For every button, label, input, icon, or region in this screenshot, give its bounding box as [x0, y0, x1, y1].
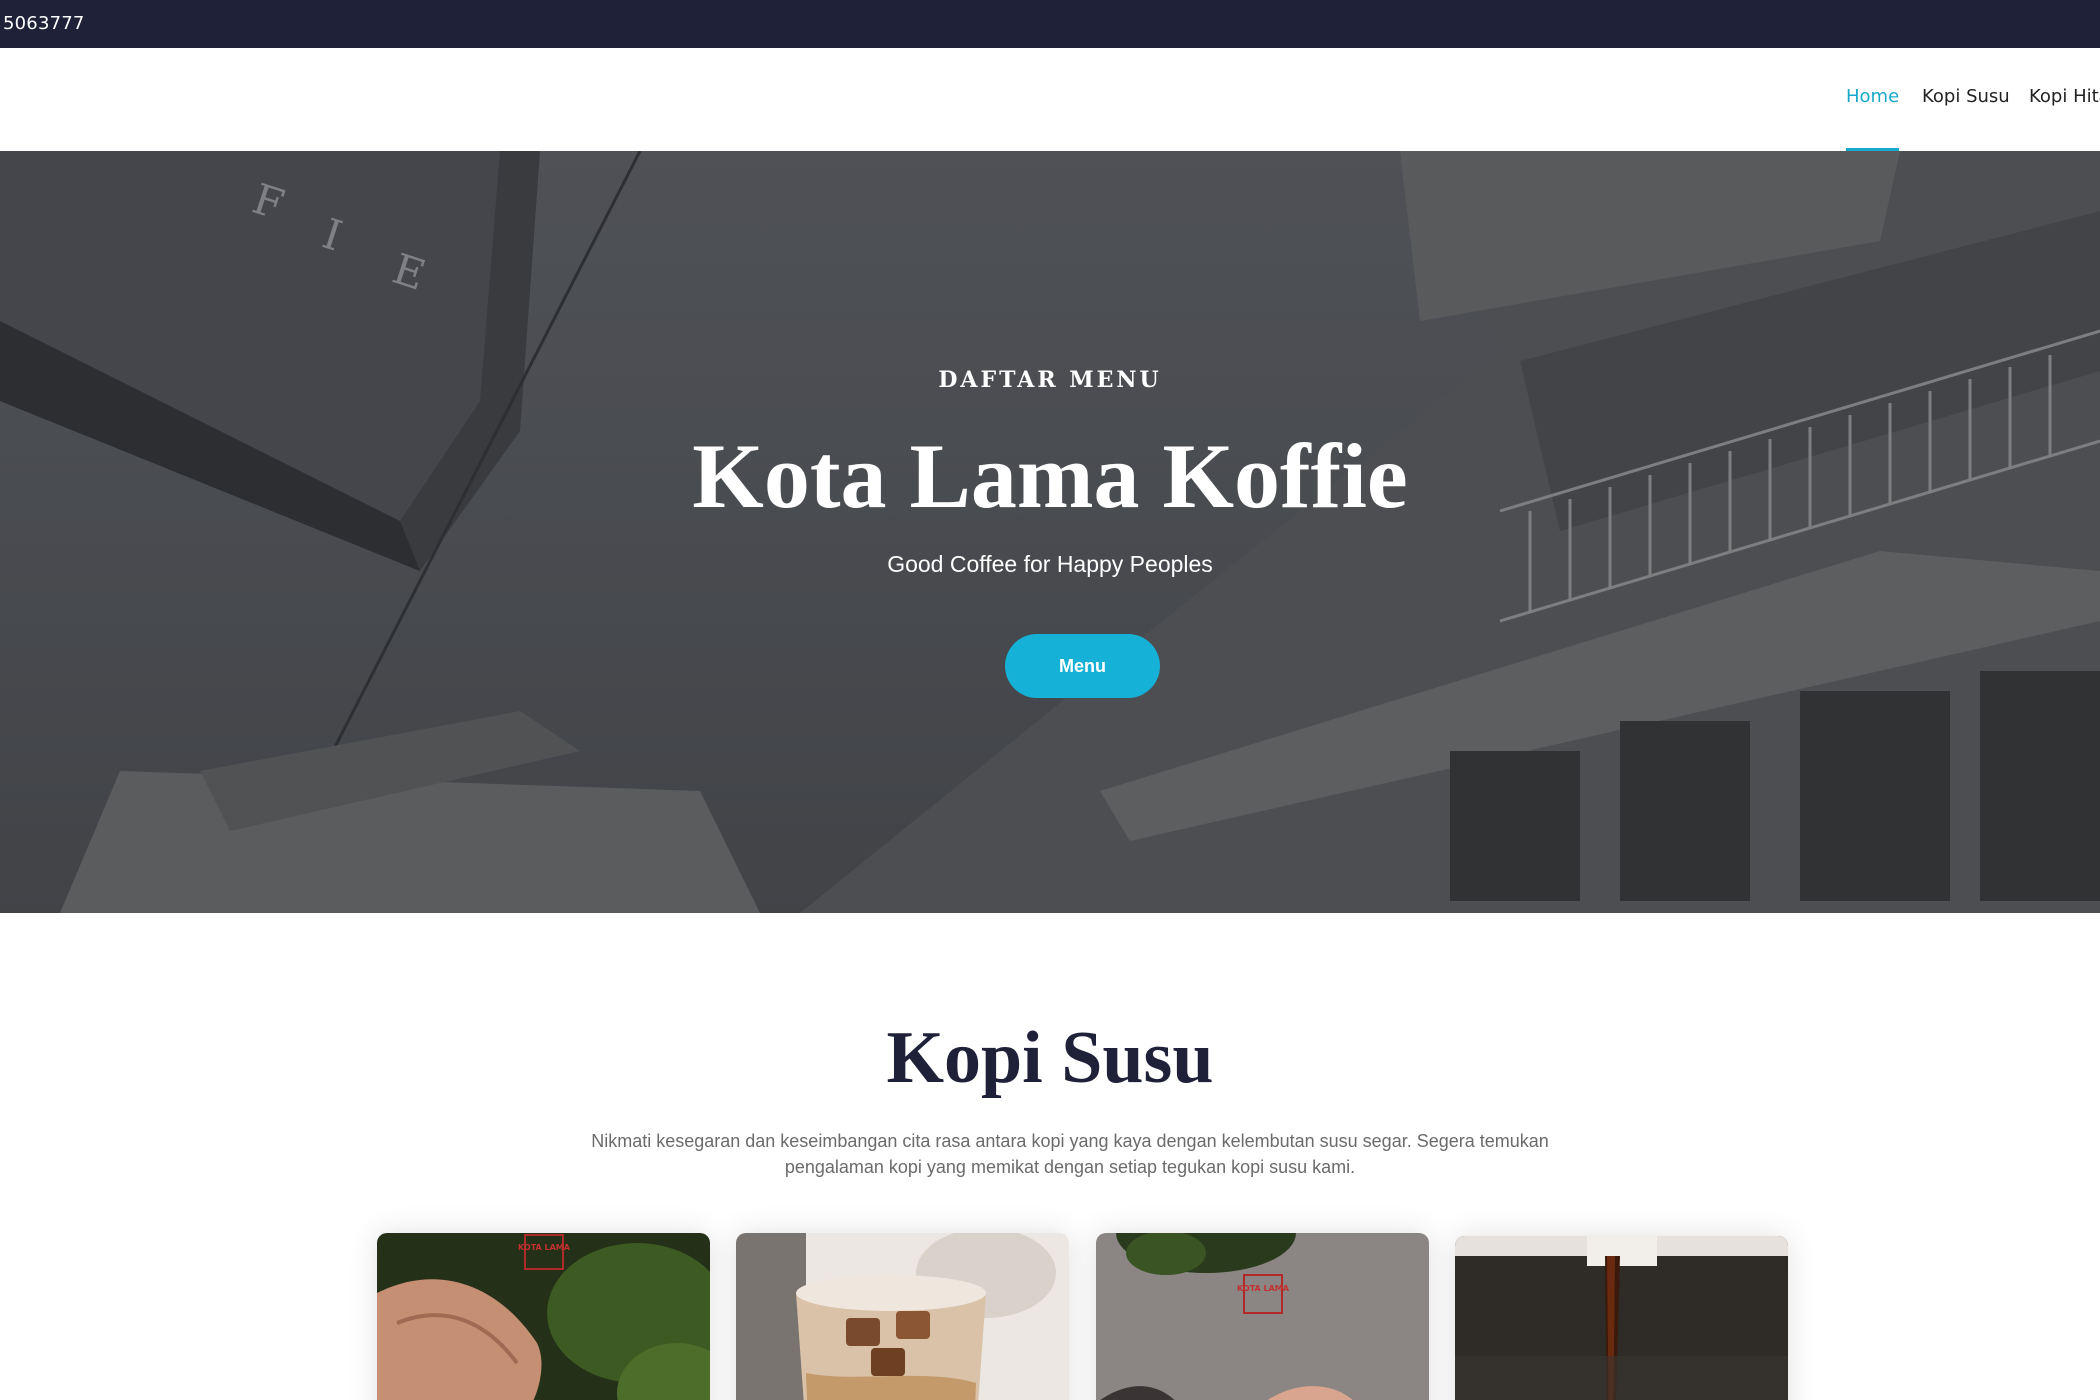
card-logo-text: KOTA LAMA — [518, 1243, 571, 1252]
iced-coffee-photo — [736, 1233, 1069, 1400]
nav-home[interactable]: Home — [1846, 86, 1900, 151]
hand-cup-photo: KOTA LAMA — [1096, 1233, 1429, 1400]
card-logo-text: KOTA LAMA — [1237, 1284, 1290, 1293]
main-navbar: Home Kopi Susu Kopi Hita — [0, 48, 2100, 151]
product-card[interactable] — [1455, 1236, 1788, 1400]
hero-title: Kota Lama Koffie — [692, 425, 1408, 527]
top-info-bar: 5063777 — [0, 0, 2100, 48]
product-card[interactable]: KOTA LAMA — [377, 1233, 710, 1400]
nav-kopi-hitam[interactable]: Kopi Hita — [2029, 86, 2100, 107]
hero-overlay — [0, 151, 2100, 913]
nav-kopi-susu[interactable]: Kopi Susu — [1922, 86, 2010, 107]
hand-coffee-photo: KOTA LAMA — [377, 1233, 710, 1400]
section-description: Nikmati kesegaran dan keseimbangan cita … — [580, 1128, 1560, 1180]
hero-eyebrow: DAFTAR MENU — [938, 367, 1162, 393]
description-line-2: pengalaman kopi yang memikat dengan seti… — [784, 1157, 1356, 1177]
product-card[interactable] — [736, 1233, 1069, 1400]
espresso-drip-photo — [1455, 1236, 1788, 1400]
contact-number: 5063777 — [3, 13, 85, 34]
hero-subtitle: Good Coffee for Happy Peoples — [887, 551, 1213, 577]
product-card[interactable]: KOTA LAMA — [1096, 1233, 1429, 1400]
description-line-1: Nikmati kesegaran dan keseimbangan cita … — [591, 1131, 1549, 1151]
hero-section: F I E DAFTAR MENU Kota Lama Koffie Good … — [0, 151, 2100, 913]
menu-button[interactable]: Menu — [1005, 634, 1160, 698]
section-title: Kopi Susu — [886, 1017, 1214, 1099]
